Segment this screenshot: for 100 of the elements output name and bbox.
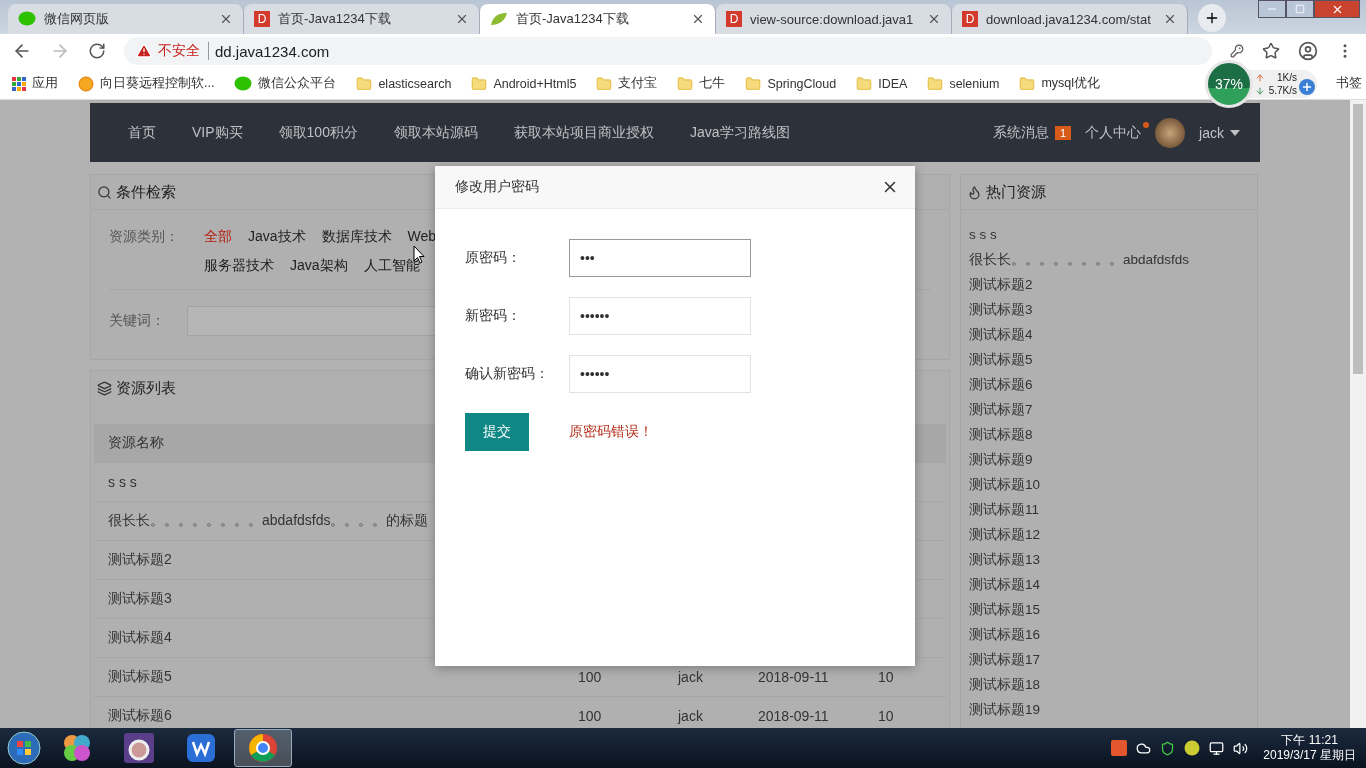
table-cell: 100 xyxy=(578,669,602,685)
apps-grid-icon xyxy=(12,76,26,91)
bookmark[interactable]: SpringCloud xyxy=(745,75,837,92)
browser-tab[interactable]: 微信网页版 xyxy=(8,4,244,34)
plus-icon[interactable] xyxy=(1299,79,1315,95)
category-link[interactable]: 人工智能 xyxy=(363,257,420,275)
bookmark[interactable]: IDEA xyxy=(856,75,908,92)
hot-resource-link[interactable]: 测试标题5 xyxy=(969,347,1249,372)
new-tab-button[interactable] xyxy=(1198,4,1226,32)
w-app-icon xyxy=(186,733,216,763)
tab-title: 首页-Java1234下载 xyxy=(516,10,630,28)
hot-resource-link[interactable]: 测试标题2 xyxy=(969,272,1249,297)
scrollbar[interactable] xyxy=(1350,100,1366,728)
url-text: dd.java1234.com xyxy=(215,42,330,60)
resource-name-cell[interactable]: s s s xyxy=(108,474,137,490)
window-close-button[interactable] xyxy=(1314,0,1360,18)
maximize-button[interactable] xyxy=(1286,0,1314,18)
hot-resource-link[interactable]: 测试标题15 xyxy=(969,597,1249,622)
messages-link[interactable]: 系统消息 1 xyxy=(992,123,1072,142)
shield-icon[interactable] xyxy=(1160,740,1176,756)
browser-tab[interactable]: D 首页-Java1234下载 xyxy=(244,4,480,34)
password-field[interactable]: ••• xyxy=(569,239,751,277)
bookmark[interactable]: selenium xyxy=(927,75,1000,92)
letter-favicon: D xyxy=(254,11,270,27)
close-icon[interactable] xyxy=(455,12,469,26)
resource-name-cell[interactable]: 测试标题6 xyxy=(108,707,172,725)
cloud-icon[interactable] xyxy=(1136,740,1152,756)
bookmark[interactable]: 书签 xyxy=(1336,75,1362,92)
tab-title: 微信网页版 xyxy=(44,10,110,28)
start-orb-icon[interactable] xyxy=(4,730,44,766)
resource-name-cell[interactable]: 测试标题2 xyxy=(108,551,172,569)
volume-icon[interactable] xyxy=(1233,740,1249,756)
browser-tab[interactable]: D view-source:download.java1 xyxy=(716,4,952,34)
bookmark-label: elasticsearch xyxy=(378,76,452,91)
bookmark[interactable]: mysql优化 xyxy=(1019,75,1101,92)
bookmark[interactable]: Android+Html5 xyxy=(471,75,577,92)
close-icon[interactable] xyxy=(1163,12,1177,26)
key-icon[interactable] xyxy=(1230,44,1244,58)
taskbar-app[interactable] xyxy=(234,729,292,767)
star-icon[interactable] xyxy=(1262,42,1280,60)
avatar[interactable] xyxy=(1155,117,1186,148)
bookmark[interactable]: 支付宝 xyxy=(596,75,658,92)
bookmark[interactable]: 七牛 xyxy=(677,75,726,92)
category-link[interactable]: 数据库技术 xyxy=(321,228,392,246)
hot-resource-link[interactable]: 测试标题10 xyxy=(969,472,1249,497)
hot-resource-link[interactable]: 测试标题9 xyxy=(969,447,1249,472)
bookmark[interactable]: 微信公众平台 xyxy=(234,75,337,92)
hot-resource-link[interactable]: 测试标题11 xyxy=(969,497,1249,522)
minimize-button[interactable] xyxy=(1258,0,1286,18)
hot-resource-link[interactable]: 很长长。。。。。。。。abdafdsfds xyxy=(969,247,1249,272)
hot-resource-link[interactable]: 测试标题7 xyxy=(969,397,1249,422)
folder-icon xyxy=(356,75,373,92)
resource-name-cell[interactable]: 测试标题3 xyxy=(108,590,172,608)
hot-resource-link[interactable]: 测试标题3 xyxy=(969,297,1249,322)
tray-square-icon[interactable] xyxy=(1111,740,1128,756)
resource-name-cell[interactable]: 很长长。。。。。。。。abdafdsfds。。。。的标题 xyxy=(108,512,429,530)
hot-resource-link[interactable]: 测试标题8 xyxy=(969,422,1249,447)
hot-resource-link[interactable]: 测试标题17 xyxy=(969,647,1249,672)
bookmark[interactable]: 向日葵远程控制软... xyxy=(78,75,215,92)
nav-link[interactable]: 获取本站项目商业授权 xyxy=(513,123,654,142)
bookmark[interactable]: elasticsearch xyxy=(356,75,452,92)
hot-resource-link[interactable]: 测试标题18 xyxy=(969,672,1249,697)
hot-resource-link[interactable]: 测试标题14 xyxy=(969,572,1249,597)
password-field[interactable]: •••••• xyxy=(569,297,751,335)
hot-resource-link[interactable]: s s s xyxy=(969,222,1249,247)
category-link[interactable]: Java技术 xyxy=(248,228,306,246)
close-icon[interactable] xyxy=(927,12,941,26)
hot-resource-link[interactable]: 测试标题6 xyxy=(969,372,1249,397)
nav-link[interactable]: 首页 xyxy=(128,123,156,142)
nav-link[interactable]: Java学习路线图 xyxy=(689,123,790,142)
reload-icon[interactable] xyxy=(88,42,106,60)
hot-resource-link[interactable]: 测试标题12 xyxy=(969,522,1249,547)
close-icon[interactable] xyxy=(691,12,705,26)
category-link[interactable]: Web xyxy=(407,228,437,246)
category-link[interactable]: Java架构 xyxy=(290,257,348,275)
hot-resource-link[interactable]: 测试标题13 xyxy=(969,547,1249,572)
bookmark[interactable]: 应用 xyxy=(12,75,58,92)
folder-icon xyxy=(596,75,613,92)
clock[interactable]: 下午 11:21 2019/3/17 星期日 xyxy=(1257,733,1362,763)
sun-flower-icon xyxy=(78,75,94,92)
resource-name-cell[interactable]: 测试标题5 xyxy=(108,668,172,686)
submit-button[interactable]: 提交 xyxy=(465,413,529,451)
browser-tab[interactable]: 首页-Java1234下载 xyxy=(480,4,716,34)
address-bar[interactable]: 不安全 dd.java1234.com xyxy=(124,37,1212,65)
close-icon[interactable] xyxy=(219,12,233,26)
nav-link[interactable]: 领取100积分 xyxy=(278,123,358,142)
hot-resource-link[interactable]: 测试标题4 xyxy=(969,322,1249,347)
password-field[interactable]: •••••• xyxy=(569,355,751,393)
nav-link[interactable]: 领取本站源码 xyxy=(393,123,478,142)
user-menu[interactable]: jack xyxy=(1199,124,1240,141)
bookmark-label: 支付宝 xyxy=(618,75,658,92)
nav-link[interactable]: VIP购买 xyxy=(192,123,243,142)
hot-resource-link[interactable]: 测试标题19 xyxy=(969,697,1249,722)
category-link[interactable]: 服务器技术 xyxy=(204,257,274,275)
hot-resource-link[interactable]: 测试标题16 xyxy=(969,622,1249,647)
account-icon[interactable] xyxy=(1298,41,1318,61)
resource-name-cell[interactable]: 测试标题4 xyxy=(108,629,172,647)
table-cell: 100 xyxy=(578,708,602,724)
profile-link[interactable]: 个人中心 xyxy=(1085,123,1142,142)
browser-tab[interactable]: D download.java1234.com/stat xyxy=(952,4,1188,34)
